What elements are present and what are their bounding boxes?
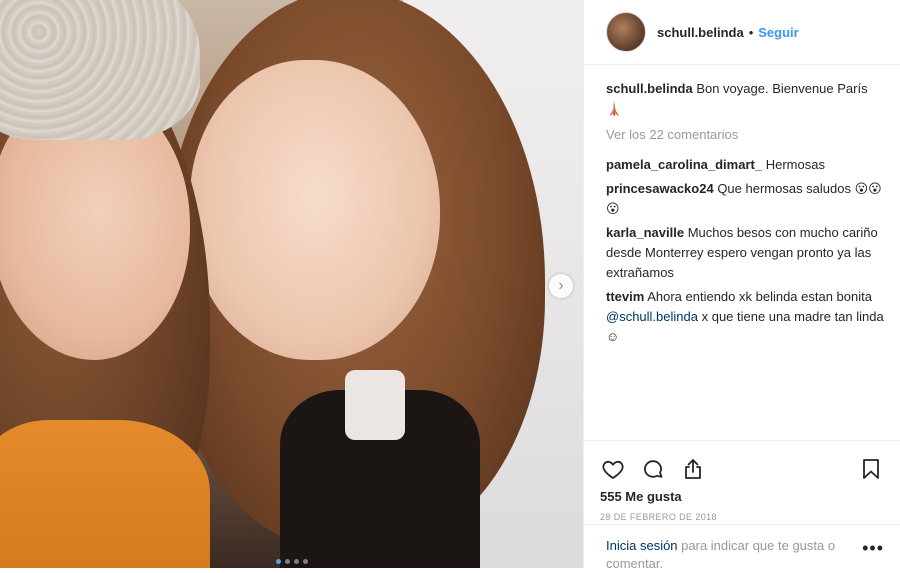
carousel-next-button[interactable]: ›: [549, 274, 573, 298]
photo-figure-right-face: [190, 60, 440, 360]
header-separator: •: [748, 24, 754, 40]
comment-username-link[interactable]: princesawacko24: [606, 181, 714, 196]
photo-figure-right-collar: [345, 370, 405, 440]
chevron-right-icon: ›: [558, 277, 564, 294]
carousel-dot: [275, 559, 281, 564]
carousel-dot: [302, 559, 308, 564]
post-actions: 555 Me gusta 28 de febrero de 2018: [584, 440, 900, 522]
mention-link[interactable]: @schull.belinda: [606, 309, 698, 324]
comment-username-link[interactable]: ttevim: [606, 289, 644, 304]
share-button[interactable]: [680, 456, 706, 482]
post-photo[interactable]: ›: [0, 0, 583, 568]
login-prompt: Inicia sesión para indicar que te gusta …: [584, 524, 900, 573]
more-options-icon[interactable]: •••: [862, 539, 884, 557]
photo-figure-left-beanie: [0, 0, 200, 140]
post-date[interactable]: 28 de febrero de 2018: [600, 512, 884, 522]
action-icons-row: [600, 449, 884, 489]
view-all-comments-link[interactable]: Ver los 22 comentarios: [606, 125, 886, 145]
follow-button[interactable]: Seguir: [758, 25, 798, 40]
comment-item: karla_naville Muchos besos con mucho car…: [606, 223, 886, 283]
carousel-dot: [284, 559, 290, 564]
comment-username-link[interactable]: pamela_carolina_dimart_: [606, 157, 762, 172]
comment-username-link[interactable]: karla_naville: [606, 225, 684, 240]
avatar[interactable]: [606, 12, 646, 52]
bookmark-icon: [863, 459, 879, 479]
heart-icon: [602, 460, 624, 479]
like-count[interactable]: 555 Me gusta: [600, 489, 884, 504]
carousel-dot: [293, 559, 299, 564]
instagram-post: › schull.belinda • Seguir schull.belinda…: [0, 0, 900, 571]
comment-text: Ahora entiendo xk belinda estan bonita: [647, 289, 872, 304]
save-button[interactable]: [858, 456, 884, 482]
caption-username-link[interactable]: schull.belinda: [606, 81, 693, 96]
like-button[interactable]: [600, 456, 626, 482]
share-icon: [685, 459, 701, 479]
post-header: schull.belinda • Seguir: [584, 0, 900, 65]
post-side-panel: schull.belinda • Seguir schull.belinda B…: [583, 0, 900, 571]
comment-item: princesawacko24 Que hermosas saludos 😮😮😮: [606, 179, 886, 219]
login-link[interactable]: Inicia sesión: [606, 538, 678, 553]
photo-figure-left-shirt: [0, 420, 210, 568]
comment-text: Hermosas: [765, 157, 825, 172]
comment-item: pamela_carolina_dimart_ Hermosas: [606, 155, 886, 175]
comments-section: schull.belinda Bon voyage. Bienvenue Par…: [584, 65, 900, 347]
comment-button[interactable]: [640, 456, 666, 482]
comment-icon: [644, 460, 663, 478]
carousel-indicator: [0, 559, 583, 564]
caption: schull.belinda Bon voyage. Bienvenue Par…: [606, 79, 886, 119]
comment-item: ttevim Ahora entiendo xk belinda estan b…: [606, 287, 886, 347]
header-username-link[interactable]: schull.belinda: [657, 25, 744, 40]
